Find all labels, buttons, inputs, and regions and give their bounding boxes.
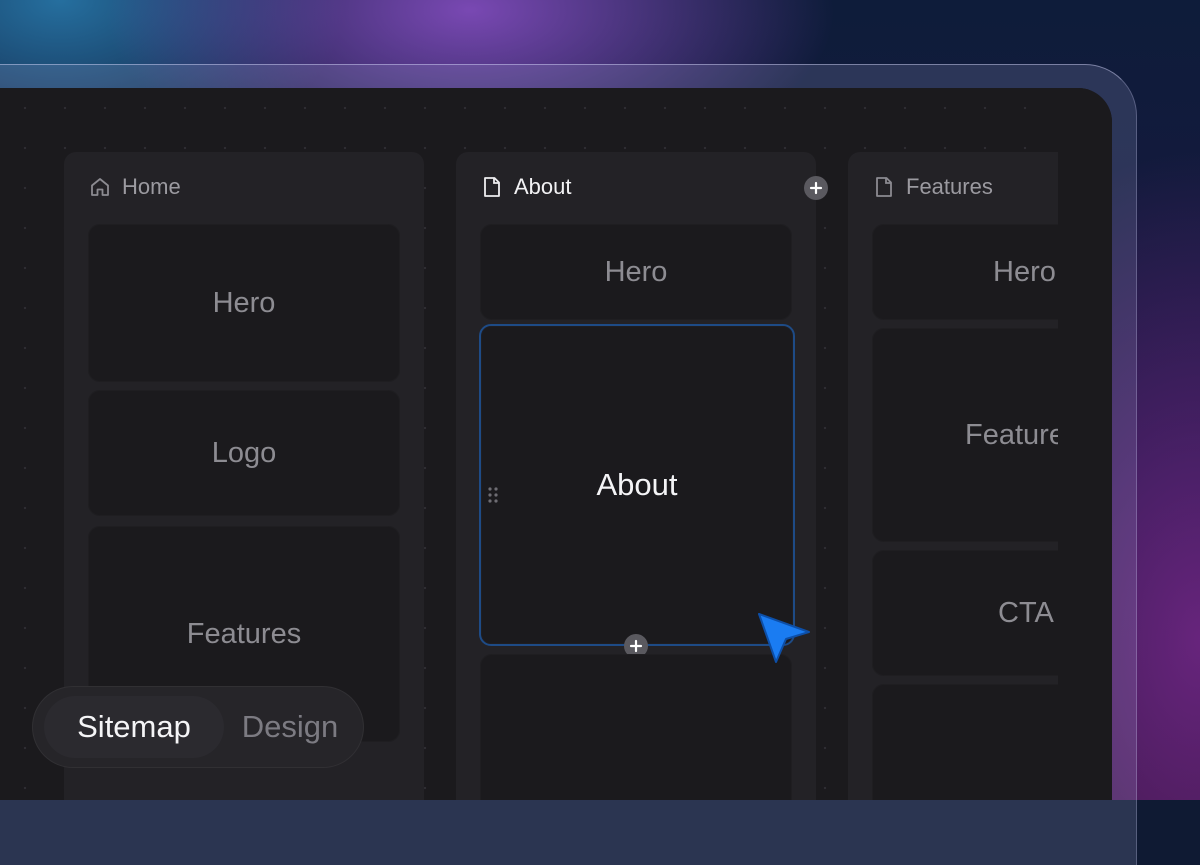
home-icon	[90, 176, 110, 198]
sitemap-canvas[interactable]: Home Hero Logo Features About Hero About…	[0, 88, 1112, 800]
plus-icon	[809, 181, 823, 195]
section-label: Logo	[211, 436, 277, 469]
section-label: Features	[186, 617, 302, 650]
add-page-button[interactable]	[804, 176, 828, 200]
section-card-about-selected[interactable]: About	[479, 324, 795, 646]
section-label: About	[596, 467, 678, 502]
section-label: Hero	[212, 286, 276, 319]
plus-icon	[629, 639, 643, 653]
page-header-about[interactable]: About	[482, 172, 572, 202]
view-switcher[interactable]: Sitemap Design	[32, 686, 364, 768]
page-header-home[interactable]: Home	[90, 172, 181, 202]
section-card-hero[interactable]: Hero	[480, 224, 792, 320]
page-title: About	[514, 174, 572, 199]
sitemap-tab[interactable]: Sitemap	[44, 696, 224, 758]
page-header-features[interactable]: Features	[874, 172, 993, 202]
page-title: Home	[122, 174, 181, 199]
drag-handle-icon[interactable]	[487, 476, 499, 503]
page-icon	[482, 176, 502, 198]
design-tab[interactable]: Design	[228, 696, 352, 758]
section-label: Hero	[604, 255, 668, 288]
page-icon	[874, 176, 894, 198]
section-card-hero[interactable]: Hero	[88, 224, 400, 382]
section-card-logo[interactable]: Logo	[88, 390, 400, 516]
section-card-empty[interactable]	[480, 654, 792, 800]
section-label: CTA	[998, 596, 1054, 629]
canvas-edge	[1058, 88, 1112, 800]
section-label: Hero	[993, 255, 1056, 288]
page-column-about[interactable]: About Hero About	[456, 152, 828, 800]
page-title: Features	[906, 174, 993, 199]
pointer-cursor-icon	[756, 610, 812, 666]
